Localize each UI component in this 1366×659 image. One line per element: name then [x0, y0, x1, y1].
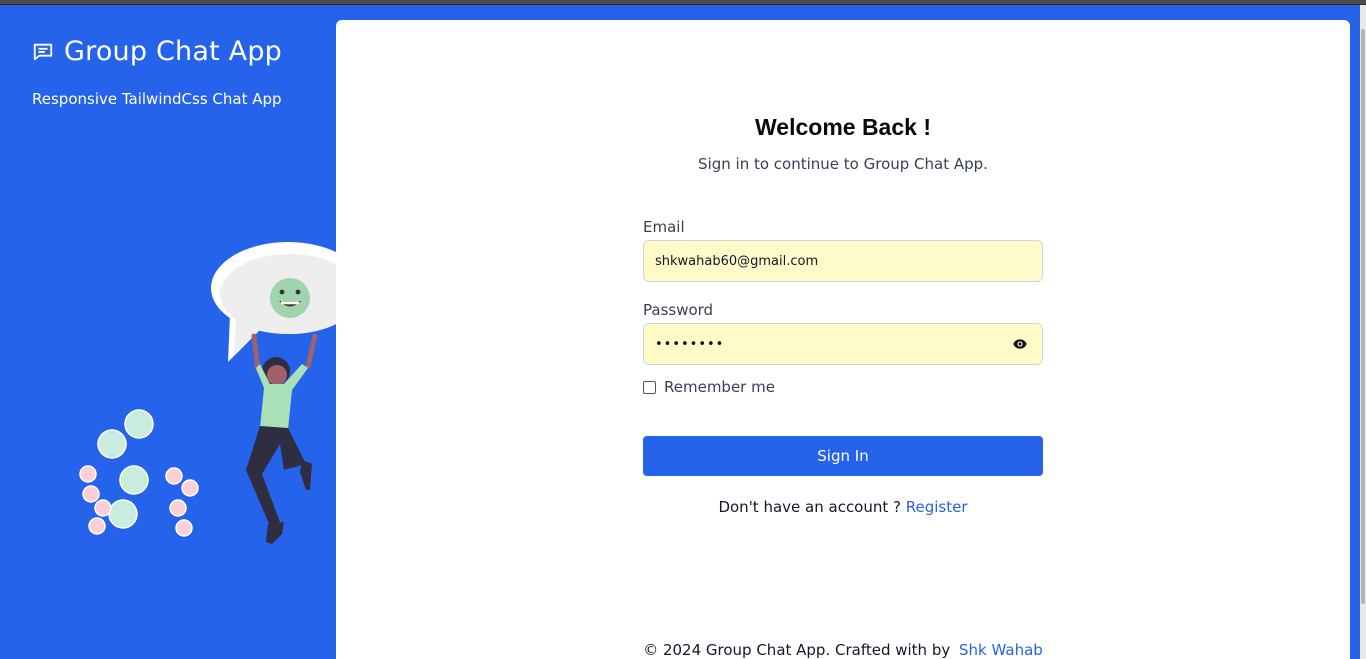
eye-icon[interactable] [1011, 336, 1029, 352]
email-label: Email [643, 218, 685, 236]
page-subtitle: Sign in to continue to Group Chat App. [698, 155, 988, 173]
register-prompt: Don't have an account ? [718, 498, 906, 516]
page-scrollbar-thumb[interactable] [1361, 29, 1365, 604]
footer: © 2024 Group Chat App. Crafted with by S… [336, 641, 1350, 659]
brand-title: Group Chat App [64, 36, 283, 67]
email-group: Email [643, 218, 1043, 282]
footer-author-link[interactable]: Shk Wahab [959, 641, 1043, 659]
password-label: Password [643, 301, 714, 319]
remember-row: Remember me [643, 378, 1043, 396]
chat-icon [33, 43, 53, 60]
browser-top-divider [0, 4, 1366, 5]
password-wrapper [643, 323, 1043, 365]
remember-checkbox[interactable] [643, 380, 656, 394]
smiley-icon [270, 278, 310, 318]
register-link[interactable]: Register [906, 498, 968, 516]
brand-subtitle: Responsive TailwindCss Chat App [32, 90, 282, 108]
remember-label: Remember me [664, 378, 775, 396]
password-group: Password [643, 301, 1043, 365]
page-scrollbar[interactable] [1360, 5, 1366, 659]
page-title: Welcome Back ! [755, 114, 931, 140]
login-card: Welcome Back ! Sign in to continue to Gr… [336, 20, 1350, 659]
brand-header: Group Chat App [32, 36, 282, 67]
person-figure [246, 333, 318, 544]
login-form: Email Password Remember me Sign In [643, 218, 1043, 476]
footer-text: © 2024 Group Chat App. Crafted with by [643, 641, 956, 659]
register-row: Don't have an account ? Register [336, 498, 1350, 516]
email-field[interactable] [643, 240, 1043, 282]
password-field[interactable] [643, 323, 1043, 365]
sign-in-button[interactable]: Sign In [643, 436, 1043, 476]
